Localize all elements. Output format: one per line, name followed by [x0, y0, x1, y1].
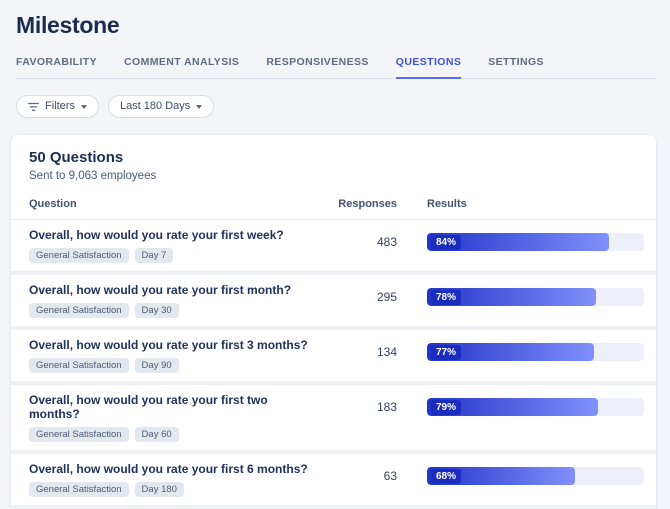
- table-column-headers: Question Responses Results: [11, 184, 656, 220]
- column-header-question: Question: [29, 198, 317, 210]
- funnel-lines-icon: [28, 102, 39, 112]
- question-row[interactable]: Overall, how would you rate your first 3…: [11, 330, 656, 381]
- result-percentage-label: 78%: [431, 290, 461, 305]
- question-tags: General Satisfaction Day 90: [29, 358, 317, 373]
- result-percentage-label: 84%: [431, 235, 461, 250]
- result-bar-fill: 77%: [427, 343, 594, 361]
- question-row[interactable]: Overall, how would you rate your first t…: [11, 385, 656, 450]
- result-cell: 78%: [427, 288, 644, 306]
- responses-count: 483: [317, 235, 397, 249]
- tab-label: RESPONSIVENESS: [266, 56, 368, 68]
- result-bar-fill: 79%: [427, 398, 598, 416]
- chevron-down-icon: [196, 105, 202, 109]
- question-title: Overall, how would you rate your first 3…: [29, 338, 317, 352]
- question-rows: Overall, how would you rate your first w…: [11, 220, 656, 509]
- tab-label: COMMENT ANALYSIS: [124, 56, 239, 68]
- tag-category: General Satisfaction: [29, 427, 129, 442]
- question-tags: General Satisfaction Day 180: [29, 482, 317, 497]
- tag-category: General Satisfaction: [29, 303, 129, 318]
- question-cell: Overall, how would you rate your first 6…: [29, 462, 317, 497]
- tag-timing: Day 60: [135, 427, 179, 442]
- tab-settings[interactable]: SETTINGS: [488, 56, 544, 79]
- result-bar-track: 78%: [427, 288, 644, 306]
- tag-timing: Day 7: [135, 248, 174, 263]
- tag-category: General Satisfaction: [29, 358, 129, 373]
- tab-questions[interactable]: QUESTIONS: [396, 56, 461, 79]
- column-header-responses: Responses: [317, 198, 397, 210]
- tag-timing: Day 180: [135, 482, 184, 497]
- tag-category: General Satisfaction: [29, 482, 129, 497]
- question-cell: Overall, how would you rate your first w…: [29, 228, 317, 263]
- card-header: 50 Questions Sent to 9,063 employees: [11, 135, 656, 184]
- responses-count: 183: [317, 400, 397, 414]
- page-title: Milestone: [0, 0, 670, 39]
- questions-count-title: 50 Questions: [29, 149, 638, 166]
- tab-comment-analysis[interactable]: COMMENT ANALYSIS: [124, 56, 239, 79]
- question-cell: Overall, how would you rate your first m…: [29, 283, 317, 318]
- question-title: Overall, how would you rate your first 6…: [29, 462, 317, 476]
- date-range-label: Last 180 Days: [120, 100, 190, 113]
- responses-count: 63: [317, 469, 397, 483]
- result-cell: 84%: [427, 233, 644, 251]
- sent-to-subtitle: Sent to 9,063 employees: [29, 170, 638, 182]
- responses-count: 295: [317, 290, 397, 304]
- tag-category: General Satisfaction: [29, 248, 129, 263]
- question-tags: General Satisfaction Day 7: [29, 248, 317, 263]
- question-tags: General Satisfaction Day 60: [29, 427, 317, 442]
- result-bar-fill: 78%: [427, 288, 596, 306]
- chevron-down-icon: [81, 105, 87, 109]
- question-title: Overall, how would you rate your first t…: [29, 393, 317, 421]
- questions-card: 50 Questions Sent to 9,063 employees Que…: [10, 134, 657, 509]
- tab-label: FAVORABILITY: [16, 56, 97, 68]
- result-bar-fill: 84%: [427, 233, 609, 251]
- filters-toolbar: Filters Last 180 Days: [0, 79, 670, 134]
- result-bar-track: 77%: [427, 343, 644, 361]
- question-title: Overall, how would you rate your first m…: [29, 283, 317, 297]
- column-header-results: Results: [427, 198, 644, 210]
- question-cell: Overall, how would you rate your first t…: [29, 393, 317, 442]
- question-title: Overall, how would you rate your first w…: [29, 228, 317, 242]
- result-percentage-label: 68%: [431, 469, 461, 484]
- question-tags: General Satisfaction Day 30: [29, 303, 317, 318]
- tab-bar: FAVORABILITY COMMENT ANALYSIS RESPONSIVE…: [16, 56, 657, 79]
- tab-favorability[interactable]: FAVORABILITY: [16, 56, 97, 79]
- responses-count: 134: [317, 345, 397, 359]
- tag-timing: Day 30: [135, 303, 179, 318]
- result-percentage-label: 79%: [431, 400, 461, 415]
- result-cell: 68%: [427, 467, 644, 485]
- tab-responsiveness[interactable]: RESPONSIVENESS: [266, 56, 368, 79]
- result-bar-track: 68%: [427, 467, 644, 485]
- result-percentage-label: 77%: [431, 345, 461, 360]
- question-row[interactable]: Overall, how would you rate your first 6…: [11, 454, 656, 505]
- question-cell: Overall, how would you rate your first 3…: [29, 338, 317, 373]
- question-row[interactable]: Overall, how would you rate your first w…: [11, 220, 656, 271]
- tab-label: QUESTIONS: [396, 56, 461, 68]
- filters-button-label: Filters: [45, 100, 75, 113]
- date-range-button[interactable]: Last 180 Days: [108, 95, 214, 118]
- question-row[interactable]: Overall, how would you rate your first m…: [11, 275, 656, 326]
- tab-label: SETTINGS: [488, 56, 544, 68]
- result-bar-fill: 68%: [427, 467, 575, 485]
- result-bar-track: 84%: [427, 233, 644, 251]
- filters-button[interactable]: Filters: [16, 95, 99, 118]
- tag-timing: Day 90: [135, 358, 179, 373]
- result-cell: 79%: [427, 398, 644, 416]
- result-cell: 77%: [427, 343, 644, 361]
- result-bar-track: 79%: [427, 398, 644, 416]
